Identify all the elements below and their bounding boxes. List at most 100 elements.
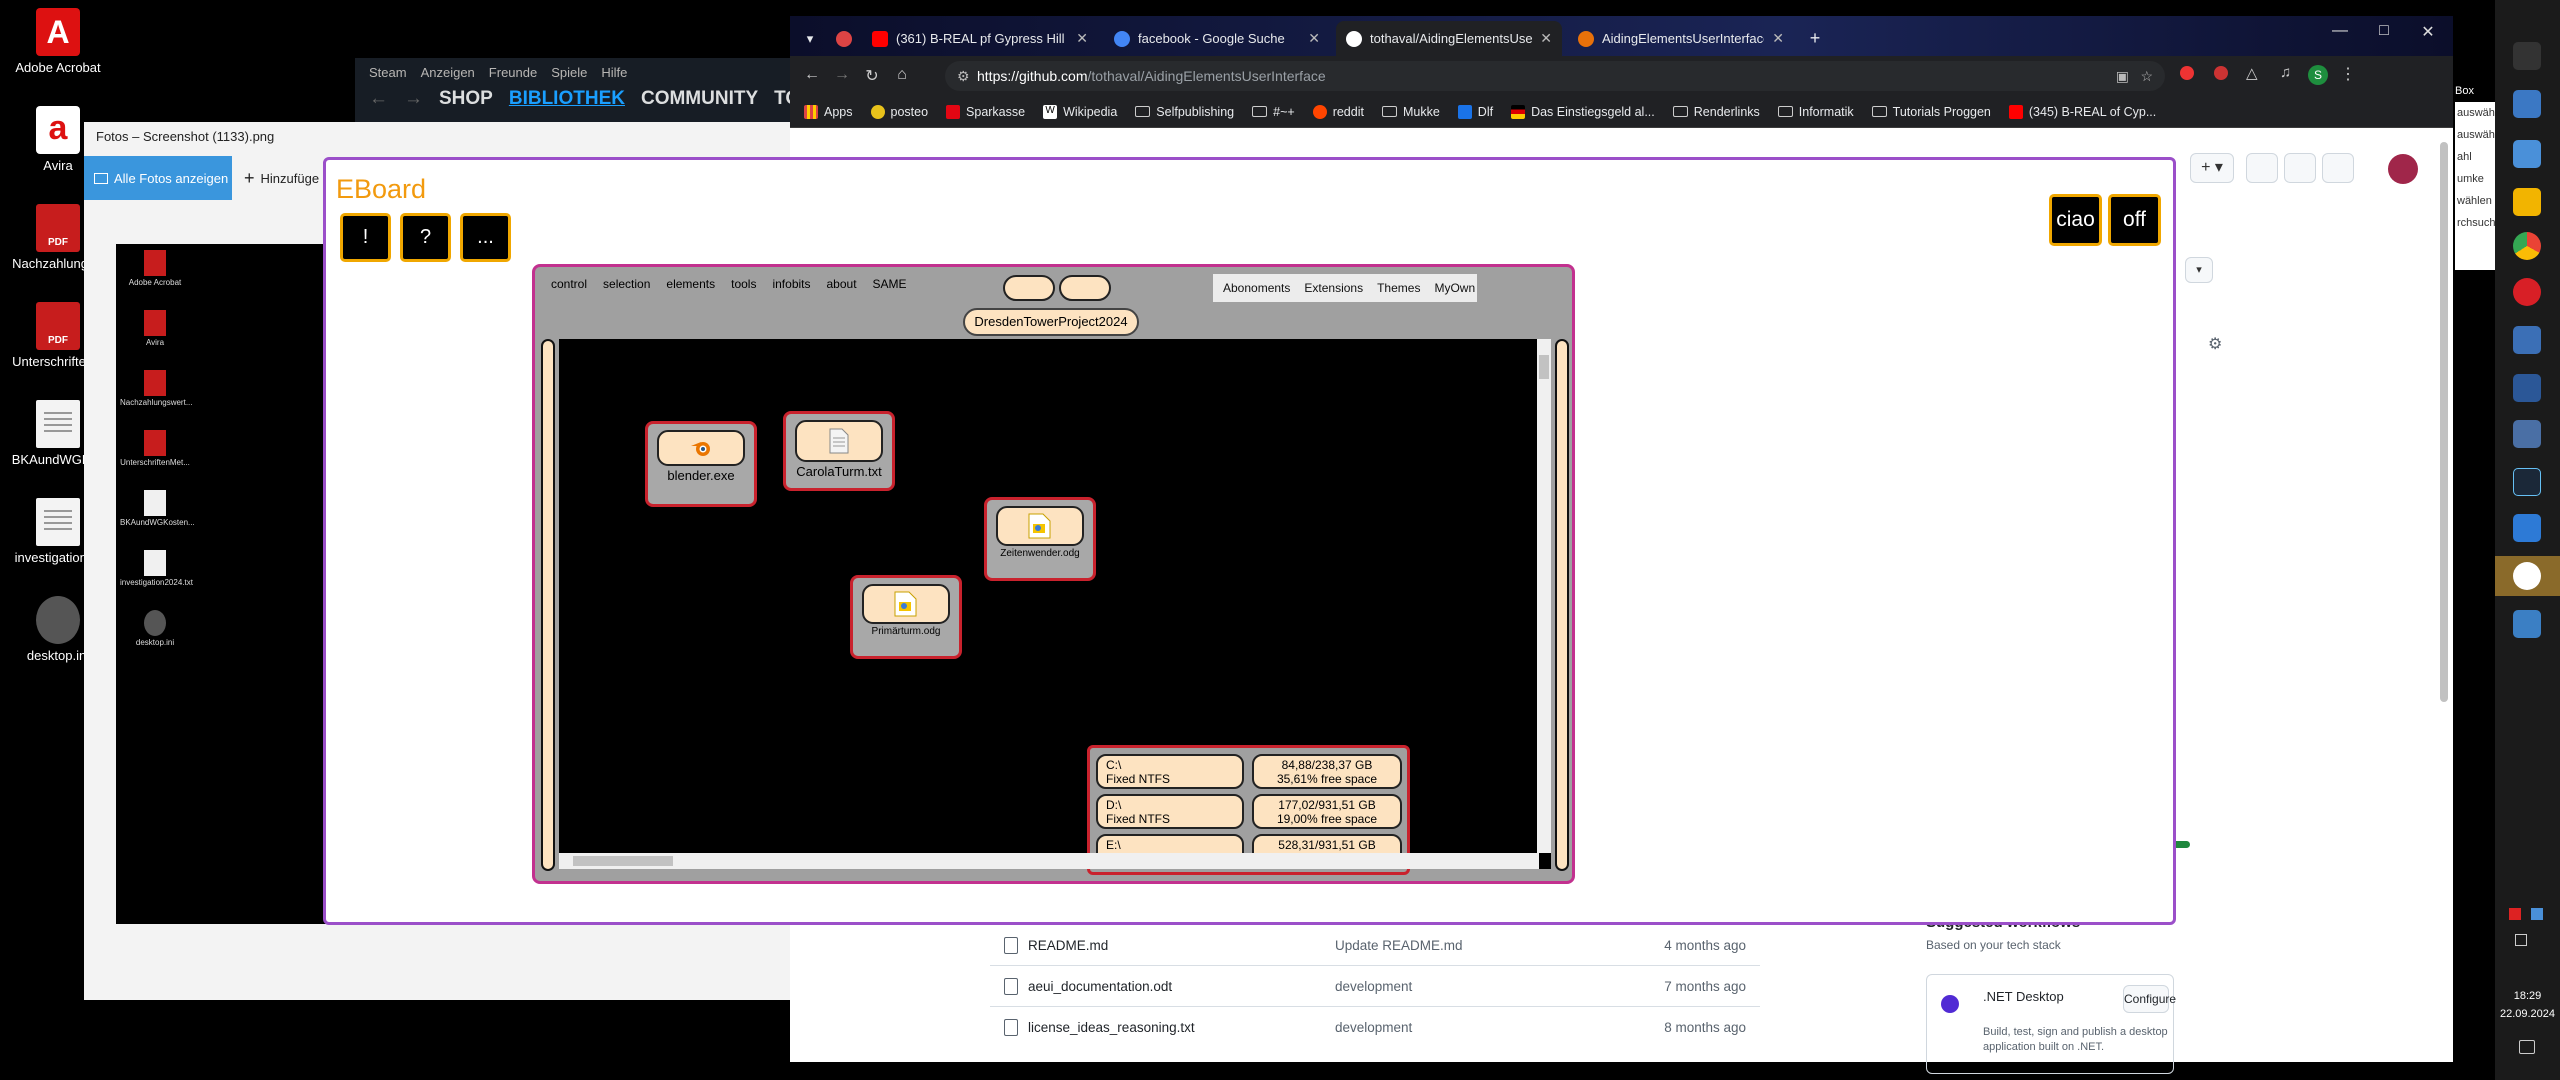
inbox-icon[interactable] (2322, 153, 2354, 183)
home-icon[interactable]: ⌂ (890, 66, 914, 84)
extension-icon[interactable] (2214, 66, 2228, 80)
dropdown-caret-button[interactable]: ▾ (2185, 257, 2213, 283)
pinned-tab[interactable] (830, 21, 858, 56)
folder-icon[interactable] (2513, 188, 2541, 216)
bookmark-folder-renderlinks[interactable]: Renderlinks (1672, 105, 1760, 119)
menu-abonoments[interactable]: Abonoments (1223, 281, 1290, 295)
add-button[interactable]: + Hinzufüge (232, 156, 319, 200)
settings-icon[interactable] (2513, 42, 2541, 70)
notification-icon[interactable] (2519, 1040, 2535, 1054)
stage-vertical-scrollbar[interactable] (1537, 339, 1551, 853)
bookmark-apps[interactable]: Apps (804, 104, 853, 119)
project-label[interactable]: DresdenTowerProject2024 (963, 308, 1139, 336)
menu-same[interactable]: SAME (873, 277, 907, 291)
bookmark-folder-mukke[interactable]: Mukke (1381, 105, 1440, 119)
menu-tools[interactable]: tools (731, 277, 756, 291)
panel-pill-button[interactable] (1003, 275, 1055, 301)
minimize-button[interactable]: — (2318, 22, 2362, 40)
extension-icon[interactable] (2180, 66, 2194, 80)
bookmark-youtube[interactable]: (345) B-REAL of Cyp... (2008, 104, 2156, 119)
bookmark-folder-selfpublishing[interactable]: Selfpublishing (1135, 105, 1234, 119)
element-tile-zeitenwender[interactable]: Zeitenwender.odg (984, 497, 1096, 581)
steam-menu-anzeigen[interactable]: Anzeigen (421, 65, 475, 80)
forward-arrow-icon[interactable]: → (830, 66, 854, 84)
menu-infobits[interactable]: infobits (772, 277, 810, 291)
element-tile-carolaturm[interactable]: CarolaTurm.txt (783, 411, 895, 491)
photos-icon[interactable] (2513, 610, 2541, 638)
issues-icon[interactable] (2246, 153, 2278, 183)
close-icon[interactable]: ✕ (1308, 30, 1320, 47)
clock-time[interactable]: 18:29 (2495, 990, 2560, 1002)
bookmark-folder-tutorials[interactable]: Tutorials Proggen (1871, 105, 1991, 119)
settings-gear-icon[interactable]: ⚙ (2208, 334, 2222, 354)
tab-aeui[interactable]: AidingElementsUserInterface - ✕ (1568, 21, 1794, 56)
file-row[interactable]: README.md Update README.md 4 months ago (990, 924, 1760, 965)
stage-horizontal-scrollbar[interactable] (559, 853, 1539, 869)
close-icon[interactable]: ✕ (1076, 30, 1088, 47)
bookmark-posteo[interactable]: posteo (870, 104, 928, 119)
configure-button[interactable]: Configure (2123, 985, 2176, 1013)
reload-icon[interactable]: ↻ (860, 66, 884, 86)
menu-myown[interactable]: MyOwn (1434, 281, 1475, 295)
bookmark-sparkasse[interactable]: Sparkasse (946, 104, 1025, 119)
bookmark-star-icon[interactable]: ☆ (2140, 61, 2153, 91)
menu-control[interactable]: control (551, 277, 587, 291)
tab-youtube[interactable]: (361) B-REAL pf Gypress Hill - S ✕ (862, 21, 1098, 56)
left-rail[interactable] (541, 339, 555, 871)
pull-requests-icon[interactable] (2284, 153, 2316, 183)
install-app-icon[interactable]: ▣ (2116, 61, 2129, 91)
eboard-exclaim-button[interactable]: ! (340, 213, 391, 262)
close-icon[interactable]: ✕ (1540, 30, 1552, 47)
calculator-icon[interactable] (2513, 326, 2541, 354)
eboard-ciao-button[interactable]: ciao (2049, 194, 2102, 246)
clock-date[interactable]: 22.09.2024 (2495, 1008, 2560, 1020)
back-arrow-icon[interactable]: ← (800, 66, 824, 84)
tray-icon[interactable] (2531, 908, 2543, 920)
bookmark-folder-informatik[interactable]: Informatik (1777, 105, 1854, 119)
steam-menu-steam[interactable]: Steam (369, 65, 407, 80)
network-icon[interactable] (2515, 934, 2527, 946)
file-name[interactable]: license_ideas_reasoning.txt (990, 1018, 1335, 1036)
steam-menu-hilfe[interactable]: Hilfe (601, 65, 627, 80)
commit-message[interactable]: development (1335, 1020, 1615, 1035)
file-row[interactable]: aeui_documentation.odt development 7 mon… (990, 965, 1760, 1006)
close-window-button[interactable]: ✕ (2406, 22, 2450, 42)
extensions-puzzle-icon[interactable]: △ (2246, 64, 2258, 82)
user-avatar[interactable] (2388, 154, 2418, 184)
menu-about[interactable]: about (827, 277, 857, 291)
desktop-icon-adobe-acrobat[interactable]: Adobe Acrobat (10, 8, 106, 75)
unreal-engine-icon[interactable] (2513, 562, 2541, 590)
panel-pill-button[interactable] (1059, 275, 1111, 301)
scroll-thumb[interactable] (573, 856, 673, 866)
app-icon[interactable] (2513, 420, 2541, 448)
app-icon[interactable] (2513, 514, 2541, 542)
menu-elements[interactable]: elements (666, 277, 715, 291)
eboard-help-button[interactable]: ? (400, 213, 451, 262)
menu-kebab-icon[interactable]: ⋮ (2340, 64, 2356, 84)
right-rail[interactable] (1555, 339, 1569, 871)
steam-icon[interactable] (2513, 468, 2541, 496)
bookmark-einstiegsgeld[interactable]: Das Einstiegsgeld al... (1511, 104, 1655, 119)
scroll-thumb[interactable] (1539, 355, 1549, 379)
opera-icon[interactable] (2513, 278, 2541, 306)
profile-avatar[interactable]: S (2308, 65, 2328, 85)
bookmark-folder-misc[interactable]: #~+ (1252, 105, 1295, 119)
app-icon[interactable] (2513, 374, 2541, 402)
eboard-off-button[interactable]: off (2108, 194, 2161, 246)
all-photos-button[interactable]: Alle Fotos anzeigen (84, 156, 232, 200)
bookmark-reddit[interactable]: reddit (1312, 104, 1364, 119)
steam-nav-community[interactable]: COMMUNITY (641, 88, 758, 110)
back-arrow-icon[interactable]: ← (369, 88, 388, 110)
steam-nav-shop[interactable]: SHOP (439, 88, 493, 110)
media-control-icon[interactable]: ♫ (2280, 64, 2291, 81)
create-new-button[interactable]: + ▾ (2190, 153, 2234, 183)
menu-extensions[interactable]: Extensions (1304, 281, 1363, 295)
url-field[interactable]: ⚙ https://github.com/tothaval/AidingElem… (945, 61, 2165, 91)
tab-search-button[interactable]: ▾ (796, 21, 824, 56)
menu-selection[interactable]: selection (603, 277, 650, 291)
tab-google[interactable]: facebook - Google Suche ✕ (1104, 21, 1330, 56)
forward-arrow-icon[interactable]: → (404, 88, 423, 110)
tab-github[interactable]: tothaval/AidingElementsUserInt ✕ (1336, 21, 1562, 56)
commit-message[interactable]: Update README.md (1335, 938, 1615, 953)
menu-themes[interactable]: Themes (1377, 281, 1420, 295)
